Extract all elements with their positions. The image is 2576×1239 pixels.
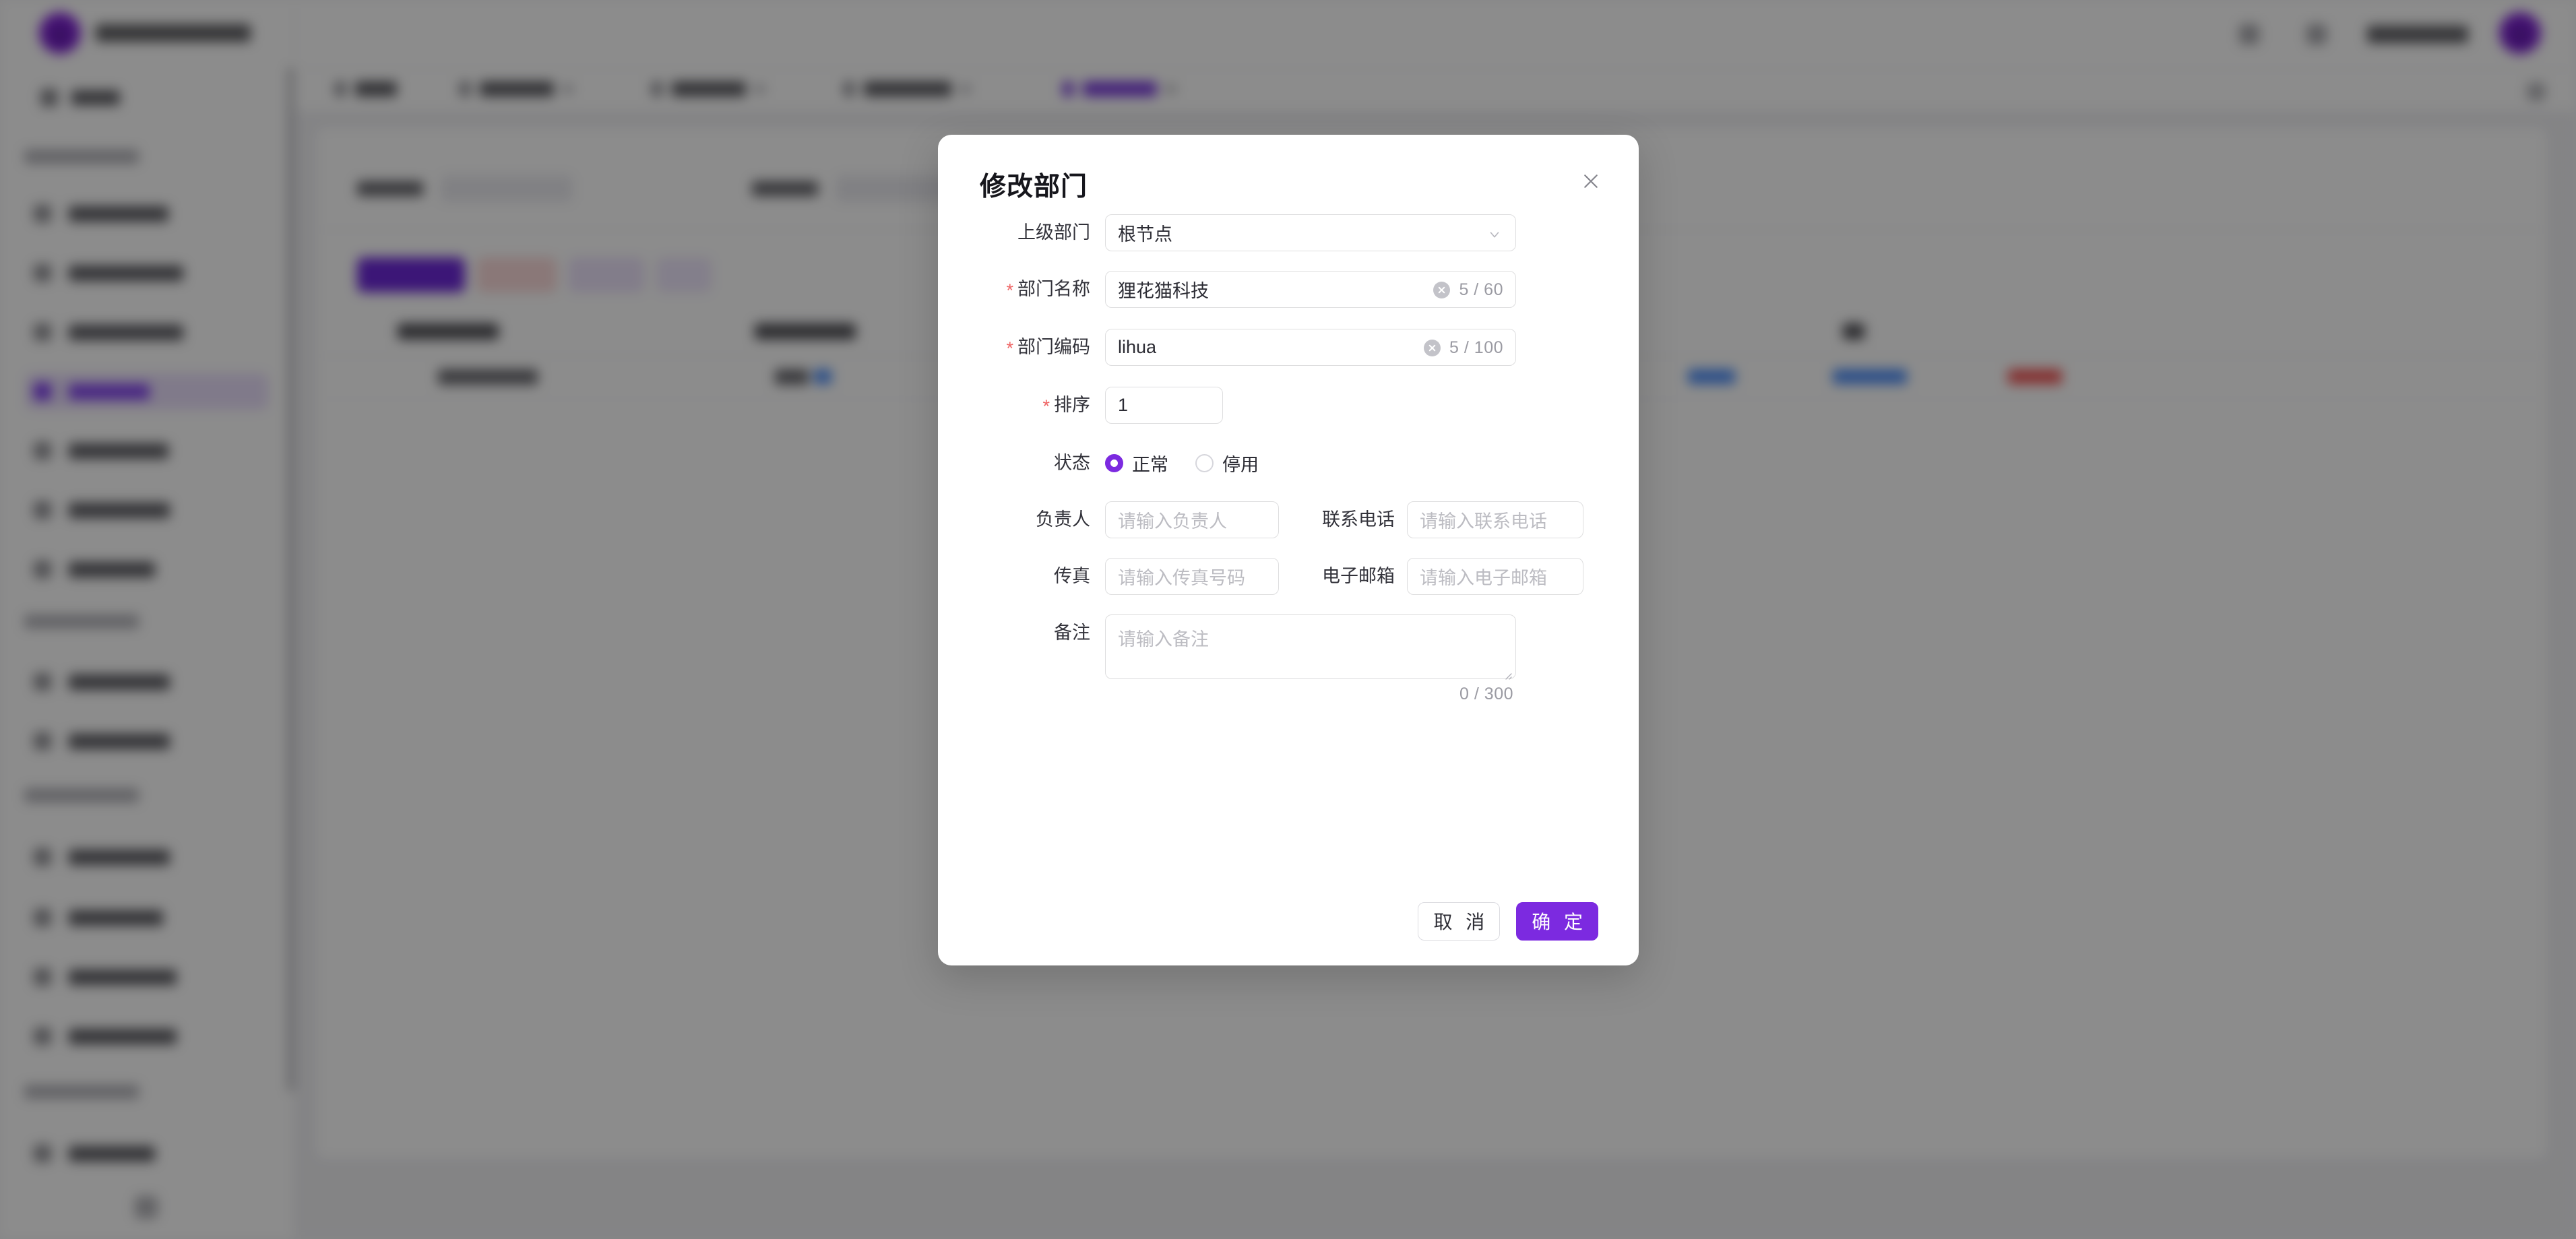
phone-input[interactable]: 请输入联系电话: [1407, 501, 1583, 538]
sort-order-label-text: 排序: [1054, 395, 1090, 415]
required-marker: *: [1006, 280, 1013, 300]
status-label: 状态: [1054, 453, 1090, 473]
dialog-body: 上级部门 根节点 * 部门名称 狸花猫科技 5 / 60 * 部门编码 lihu…: [938, 214, 1639, 704]
dept-code-value: lihua: [1118, 337, 1157, 357]
cancel-button[interactable]: 取 消: [1418, 901, 1501, 941]
form-row-status: 状态 正常 停用: [970, 445, 1606, 482]
dept-name-input[interactable]: 狸花猫科技 5 / 60: [1105, 271, 1516, 308]
fax-input[interactable]: 请输入传真号码: [1105, 558, 1279, 595]
field-phone: 联系电话 请输入联系电话: [1279, 501, 1583, 538]
required-marker: *: [1006, 338, 1013, 358]
resize-handle-icon[interactable]: [1501, 664, 1513, 680]
phone-label: 联系电话: [1322, 509, 1395, 530]
dept-code-label: * 部门编码: [970, 329, 1105, 367]
form-row-sort-order: * 排序 1: [970, 387, 1606, 425]
form-row-dept-name: * 部门名称 狸花猫科技 5 / 60: [970, 271, 1606, 309]
form-row-leader-phone: 负责人 请输入负责人 联系电话 请输入联系电话: [970, 501, 1606, 538]
sort-order-input[interactable]: 1: [1105, 387, 1223, 424]
dept-name-label-text: 部门名称: [1017, 279, 1090, 299]
fax-label: 传真: [1054, 566, 1090, 586]
form-row-parent-dept: 上级部门 根节点: [970, 214, 1606, 251]
status-radio-disabled-label: 停用: [1222, 455, 1259, 475]
dialog-footer: 取 消 确 定: [938, 877, 1639, 965]
dialog-header: 修改部门: [938, 135, 1639, 214]
leader-placeholder: 请输入负责人: [1118, 511, 1227, 532]
email-placeholder: 请输入电子邮箱: [1420, 568, 1547, 588]
sort-order-value: 1: [1118, 395, 1129, 415]
close-icon[interactable]: [1573, 163, 1609, 199]
email-input[interactable]: 请输入电子邮箱: [1407, 558, 1583, 595]
form-row-fax-email: 传真 请输入传真号码 电子邮箱 请输入电子邮箱: [970, 558, 1606, 595]
remark-placeholder: 请输入备注: [1118, 629, 1209, 649]
parent-dept-select[interactable]: 根节点: [1105, 214, 1516, 251]
radio-unselected-icon: [1195, 454, 1214, 472]
field-email: 电子邮箱 请输入电子邮箱: [1279, 558, 1583, 595]
dept-name-value: 狸花猫科技: [1118, 281, 1209, 301]
form-row-dept-code: * 部门编码 lihua 5 / 100: [970, 329, 1606, 367]
dept-name-counter: 5 / 60: [1459, 280, 1503, 299]
dept-code-counter: 5 / 100: [1449, 338, 1503, 357]
chevron-down-icon: [1487, 226, 1502, 241]
status-radio-normal[interactable]: 正常: [1105, 450, 1168, 476]
form-row-remark: 备注 请输入备注 0 / 300: [970, 614, 1606, 704]
remark-counter: 0 / 300: [1459, 685, 1513, 703]
dept-code-input[interactable]: lihua 5 / 100: [1105, 329, 1516, 366]
leader-label: 负责人: [1036, 509, 1090, 530]
radio-selected-icon: [1105, 454, 1123, 472]
fax-placeholder: 请输入传真号码: [1118, 568, 1245, 588]
confirm-button[interactable]: 确 定: [1516, 901, 1598, 941]
dept-code-label-text: 部门编码: [1017, 337, 1090, 357]
remark-label: 备注: [1054, 623, 1090, 643]
field-fax: 传真 请输入传真号码: [970, 558, 1279, 595]
leader-input[interactable]: 请输入负责人: [1105, 501, 1279, 538]
status-radio-normal-label: 正常: [1132, 455, 1168, 475]
status-radio-group: 正常 停用: [1105, 445, 1259, 482]
parent-dept-label: 上级部门: [1017, 222, 1090, 243]
edit-department-dialog: 修改部门 上级部门 根节点 * 部门名称 狸花猫科技 5 / 60 * 部门编码…: [938, 135, 1639, 965]
email-label: 电子邮箱: [1322, 566, 1395, 586]
field-leader: 负责人 请输入负责人: [970, 501, 1279, 538]
dept-name-label: * 部门名称: [970, 271, 1105, 309]
sort-order-label: * 排序: [970, 387, 1105, 425]
clear-circle-icon[interactable]: [1424, 340, 1441, 356]
remark-textarea[interactable]: 请输入备注: [1105, 614, 1516, 680]
phone-placeholder: 请输入联系电话: [1420, 511, 1547, 532]
status-radio-disabled[interactable]: 停用: [1195, 450, 1259, 476]
required-marker: *: [1042, 396, 1050, 416]
parent-dept-value: 根节点: [1118, 224, 1172, 245]
clear-circle-icon[interactable]: [1433, 282, 1451, 298]
page-title: 修改部门: [980, 172, 1088, 201]
